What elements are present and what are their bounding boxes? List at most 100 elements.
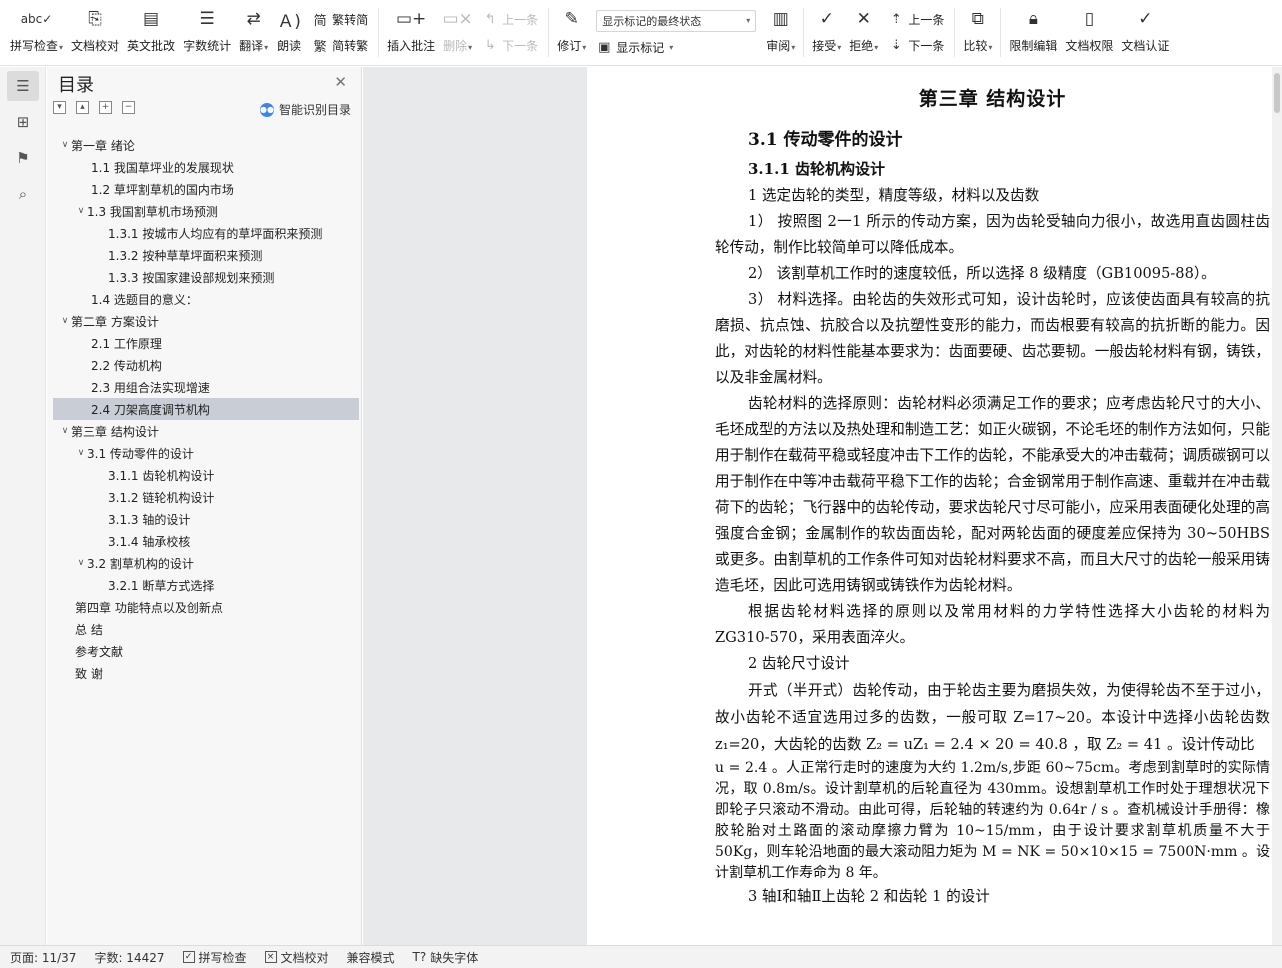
doc-proof-button[interactable]: ⎘ 文档校对 (67, 0, 123, 66)
toc-nav-icon[interactable]: ☰ (7, 71, 39, 101)
toc-item[interactable]: 2.1 工作原理 (53, 332, 359, 354)
next-change-button[interactable]: ⇣ 下一条 (888, 38, 944, 54)
page-indicator[interactable]: 页面: 11/37 (10, 949, 76, 966)
toc-item-label: 1.3.2 按种草草坪面积来预测 (108, 248, 263, 263)
to-traditional-button[interactable]: 繁简转繁 (312, 38, 369, 55)
toc-item[interactable]: 3.2.1 断草方式选择 (53, 574, 359, 596)
close-icon[interactable]: ✕ (334, 73, 347, 91)
toc-title: 目录 (58, 75, 94, 96)
english-review-button[interactable]: ▤ 英文批改 (123, 0, 179, 66)
to-simplified-icon: 简 (313, 14, 327, 29)
scrollbar-thumb[interactable] (1274, 73, 1280, 113)
toc-item-label: 3.2.1 断草方式选择 (108, 578, 215, 593)
status-bar: 页面: 11/37 字数: 14427 ✓ 拼写检查 × 文档校对 兼容模式 T? 缺… (0, 945, 1282, 968)
toc-item[interactable]: 总 结 (53, 618, 359, 640)
section-heading: 3.1 传动零件的设计 (748, 130, 903, 150)
chapter-nav-icon[interactable]: ⊞ (7, 107, 39, 137)
toc-item-label: 3.2 割草机构的设计 (87, 556, 194, 571)
word-count-indicator[interactable]: 字数: 14427 (94, 949, 164, 966)
ribbon-divider (548, 8, 550, 57)
reject-button[interactable]: ✕ 拒绝▾ (845, 0, 882, 66)
restrict-edit-button[interactable]: 🔒︎ 限制编辑 (1005, 0, 1061, 66)
prev-comment-icon: ↰ (484, 12, 496, 27)
toc-item[interactable]: 参考文献 (53, 640, 359, 662)
toc-item[interactable]: 1.3.1 按城市人均应有的草坪面积来预测 (53, 222, 359, 244)
delete-comment-icon: ▭× (442, 9, 473, 29)
doc-proof-status[interactable]: × 文档校对 (264, 949, 329, 966)
toc-item[interactable]: 2.2 传动机构 (53, 354, 359, 376)
chevron-down-icon: ▾ (746, 16, 751, 25)
chevron-down-icon[interactable]: ∨ (75, 448, 87, 458)
toc-item-label: 1.1 我国草坪业的发展现状 (91, 160, 234, 175)
toc-item[interactable]: ∨ 第一章 绪论 (53, 134, 359, 156)
spell-check-icon: abc✓ (20, 12, 53, 26)
wps-writer-window: abc✓ 拼写检查▾ ⎘ 文档校对 ▤ 英文批改 ☰ 字数统计 ⇄ 翻译▾ Ａ)… (0, 0, 1282, 968)
search-icon[interactable]: ⌕ (7, 179, 39, 209)
chevron-down-icon[interactable]: ∨ (59, 426, 71, 436)
show-markup-button[interactable]: ▣ 显示标记 ▾ (596, 40, 756, 56)
smart-toc-button[interactable]: ●● 智能识别目录 (259, 101, 351, 118)
vertical-scrollbar[interactable] (1272, 67, 1282, 945)
toc-item[interactable]: 2.3 用组合法实现增速 (53, 376, 359, 398)
spell-check-status[interactable]: ✓ 拼写检查 (182, 949, 247, 966)
toc-item[interactable]: 1.1 我国草坪业的发展现状 (53, 156, 359, 178)
english-review-icon: ▤ (143, 9, 160, 29)
markup-status-select[interactable]: 显示标记的最终状态 ▾ (596, 9, 757, 32)
word-count-button[interactable]: ☰ 字数统计 (179, 0, 235, 66)
translate-button[interactable]: ⇄ 翻译▾ (235, 0, 272, 66)
missing-font-status[interactable]: T? 缺失字体 (413, 949, 479, 966)
toc-item[interactable]: 2.4 刀架高度调节机构 (53, 398, 359, 420)
compare-button[interactable]: ⧉ 比较▾ (959, 0, 996, 66)
paragraph: 3 轴Ⅰ和轴Ⅱ上齿轮 2 和齿轮 1 的设计 (748, 888, 990, 905)
accept-icon: ✓ (819, 9, 834, 29)
accept-button[interactable]: ✓ 接受▾ (808, 0, 845, 66)
document-gutter (363, 67, 587, 945)
next-comment-button[interactable]: ↳ 下一条 (482, 38, 538, 54)
collapse-icon[interactable]: ▾ (53, 101, 66, 114)
toc-item[interactable]: ∨ 3.1 传动零件的设计 (53, 442, 359, 464)
revise-button[interactable]: ✎ 修订▾ (553, 0, 590, 66)
bookmark-icon[interactable]: ⚑ (7, 143, 39, 173)
to-simplified-button[interactable]: 简繁转简 (312, 12, 369, 29)
chevron-down-icon[interactable]: ∨ (59, 140, 71, 150)
toc-item[interactable]: ∨ 第二章 方案设计 (53, 310, 359, 332)
toc-item[interactable]: ∨ 3.2 割草机构的设计 (53, 552, 359, 574)
expand-icon[interactable]: ▴ (76, 101, 89, 114)
toc-item-label: 2.4 刀架高度调节机构 (91, 402, 210, 417)
toc-list: ∨ 第一章 绪论 1.1 我国草坪业的发展现状 1.2 草坪割草机的国内市场 ∨ 1.3 … (53, 134, 359, 684)
toc-item[interactable]: 1.4 选题目的意义： (53, 288, 359, 310)
toc-item[interactable]: 1.3.3 按国家建设部规划来预测 (53, 266, 359, 288)
add-heading-icon[interactable]: + (99, 101, 112, 114)
toc-item[interactable]: ∨ 1.3 我国割草机市场预测 (53, 200, 359, 222)
prev-change-button[interactable]: ⇡ 上一条 (888, 12, 944, 28)
chevron-down-icon[interactable]: ∨ (75, 558, 87, 568)
toc-item[interactable]: 3.1.1 齿轮机构设计 (53, 464, 359, 486)
toc-item[interactable]: 3.1.4 轴承校核 (53, 530, 359, 552)
prev-comment-button[interactable]: ↰ 上一条 (482, 12, 538, 28)
toc-item-label: 3.1.4 轴承校核 (108, 534, 191, 549)
toc-item[interactable]: 3.1.2 链轮机构设计 (53, 486, 359, 508)
document-page[interactable]: 第三章 结构设计 3.1 传动零件的设计 3.1.1 齿轮机构设计 1 选定齿轮… (588, 67, 1282, 945)
toc-item[interactable]: 第四章 功能特点以及创新点 (53, 596, 359, 618)
delete-comment-button[interactable]: ▭× 删除▾ (439, 0, 476, 66)
toc-item[interactable]: 3.1.3 轴的设计 (53, 508, 359, 530)
paragraph: 齿轮材料的选择原则：齿轮材料必须满足工作的要求；应考虑齿轮尺寸的大小、毛坯成型的… (715, 395, 1270, 594)
lock-icon: 🔒︎ (1028, 9, 1038, 29)
read-aloud-button[interactable]: Ａ) 朗读 (272, 0, 306, 66)
toc-item[interactable]: 1.2 草坪割草机的国内市场 (53, 178, 359, 200)
doc-rights-button[interactable]: ▯ 文档权限 (1061, 0, 1117, 66)
ribbon-divider (803, 8, 805, 57)
toc-item-label: 1.3.1 按城市人均应有的草坪面积来预测 (108, 226, 323, 241)
toc-item[interactable]: 1.3.2 按种草草坪面积来预测 (53, 244, 359, 266)
insert-comment-button[interactable]: ▭+ 插入批注 (383, 0, 439, 66)
toc-item-label: 第二章 方案设计 (71, 314, 159, 329)
chevron-down-icon[interactable]: ∨ (59, 316, 71, 326)
chevron-down-icon[interactable]: ∨ (75, 206, 87, 216)
remove-heading-icon[interactable]: − (122, 101, 135, 114)
spell-check-button[interactable]: abc✓ 拼写检查▾ (0, 0, 67, 66)
paragraph: 3） 材料选择。由轮齿的失效形式可知，设计齿轮时，应该使齿面具有较高的抗磨损、抗… (715, 291, 1270, 386)
doc-cert-button[interactable]: ✓ 文档认证 (1117, 0, 1173, 66)
review-pane-button[interactable]: ▥ 审阅▾ (762, 0, 799, 66)
toc-item[interactable]: 致 谢 (53, 662, 359, 684)
toc-item[interactable]: ∨ 第三章 结构设计 (53, 420, 359, 442)
